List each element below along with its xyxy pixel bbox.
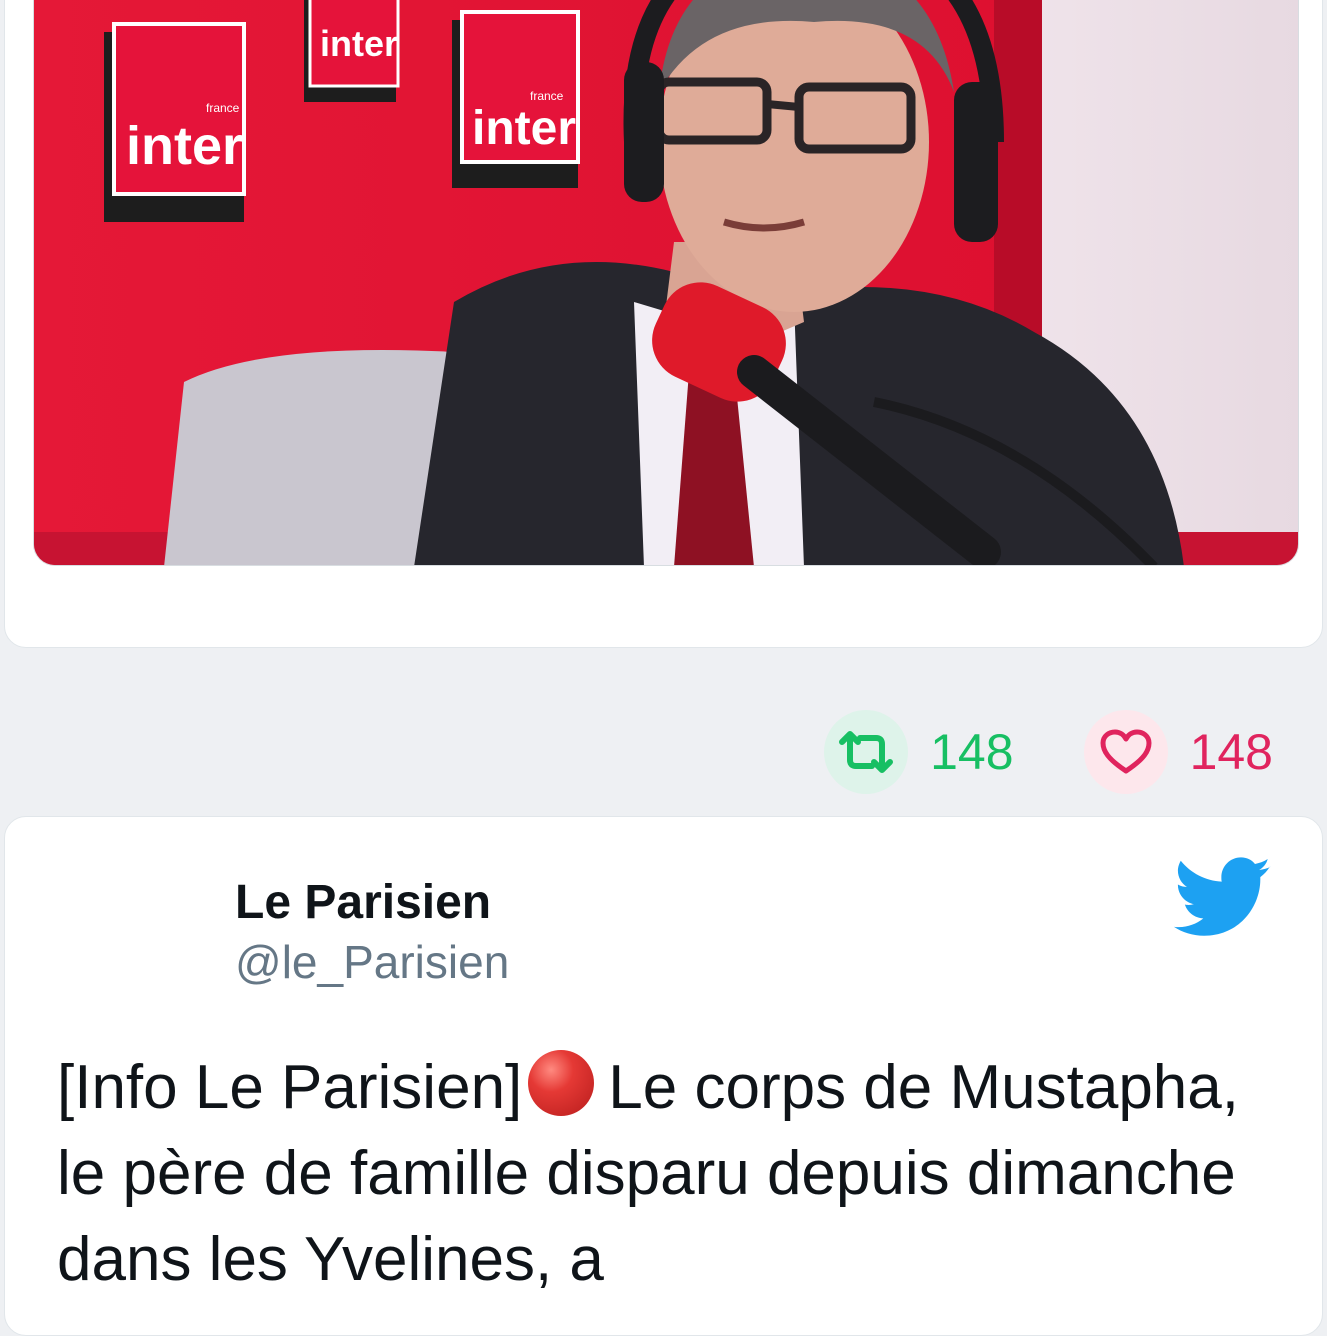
retweet-button[interactable]: 148 xyxy=(824,710,1014,794)
svg-text:inter: inter xyxy=(472,102,576,155)
tweet-text-prefix: [Info Le Parisien] xyxy=(57,1053,523,1122)
svg-text:france: france xyxy=(206,101,240,115)
retweet-icon xyxy=(824,710,909,794)
tweet-card[interactable]: Le Parisien @le_Parisien [Info Le Parisi… xyxy=(4,816,1323,1336)
tweet-photo[interactable]: france inter inter france inter xyxy=(33,0,1299,566)
france-inter-logo: inter xyxy=(304,0,400,102)
svg-text:inter: inter xyxy=(126,116,243,176)
france-inter-logo: france inter xyxy=(104,22,246,222)
retweet-count: 148 xyxy=(930,724,1014,780)
author-name[interactable]: Le Parisien xyxy=(235,875,491,930)
svg-text:france: france xyxy=(530,89,564,103)
svg-text:inter: inter xyxy=(320,23,398,64)
like-button[interactable]: 148 xyxy=(1083,710,1273,794)
previous-tweet-card: france inter inter france inter xyxy=(4,0,1323,648)
tweet-text: [Info Le Parisien] Le corps de Mustapha, … xyxy=(57,1045,1287,1303)
red-circle-emoji-icon xyxy=(528,1050,595,1116)
france-inter-logo: france inter xyxy=(452,10,580,188)
radio-studio-photo: france inter inter france inter xyxy=(34,0,1298,565)
author-handle[interactable]: @le_Parisien xyxy=(235,935,509,989)
twitter-bird-icon[interactable] xyxy=(1173,857,1273,944)
tweet-actions: 148 148 xyxy=(824,710,1273,794)
like-count: 148 xyxy=(1189,724,1273,780)
heart-icon xyxy=(1083,710,1168,794)
